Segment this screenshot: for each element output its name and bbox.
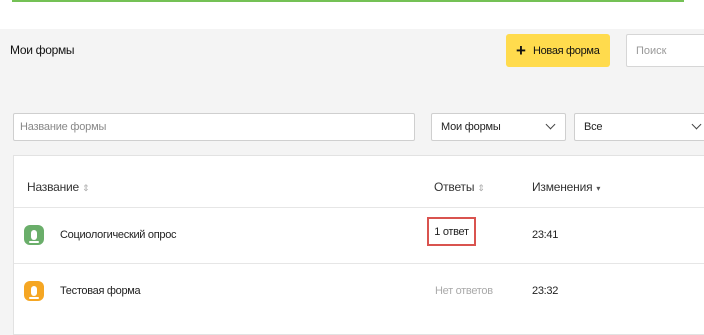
- column-header-name[interactable]: Название ⇕: [27, 180, 90, 194]
- form-name[interactable]: Тестовая форма: [60, 285, 141, 297]
- status-filter-select[interactable]: Все: [574, 113, 704, 141]
- sort-desc-icon: ▾: [596, 184, 601, 193]
- column-header-name-label: Название: [27, 180, 80, 194]
- no-answers-label: Нет ответов: [435, 285, 493, 297]
- changed-time: 23:32: [532, 285, 559, 297]
- new-form-label: Новая форма: [532, 44, 600, 57]
- column-header-answers-label: Ответы: [434, 180, 475, 194]
- sort-icon: ⇕: [82, 183, 90, 193]
- accent-line: [12, 0, 684, 2]
- table-row[interactable]: Тестовая форма Нет ответов 23:32: [14, 263, 704, 319]
- new-form-button[interactable]: + Новая форма: [506, 34, 610, 67]
- column-header-changes[interactable]: Изменения ▾: [532, 180, 600, 194]
- microphone-icon: [29, 286, 39, 299]
- column-header-changes-label: Изменения: [532, 180, 593, 194]
- changed-time: 23:41: [532, 229, 559, 241]
- form-name-filter-input[interactable]: Название формы: [13, 113, 415, 141]
- search-input[interactable]: Поиск: [626, 34, 704, 67]
- chevron-down-icon: [545, 119, 556, 130]
- sort-icon: ⇕: [477, 183, 485, 193]
- status-filter-value: Все: [584, 121, 603, 133]
- owner-filter-select[interactable]: Мои формы: [431, 113, 566, 141]
- form-icon: [24, 225, 44, 245]
- form-icon: [24, 281, 44, 301]
- microphone-icon: [29, 230, 39, 243]
- answers-count-link[interactable]: 1 ответ: [427, 217, 476, 246]
- form-name[interactable]: Социологический опрос: [60, 229, 177, 241]
- owner-filter-value: Мои формы: [441, 121, 501, 133]
- chevron-down-icon: [691, 119, 702, 130]
- table-row[interactable]: Социологический опрос 23:41: [14, 207, 704, 263]
- top-bar: [0, 0, 704, 29]
- plus-icon: +: [516, 41, 526, 60]
- column-header-answers[interactable]: Ответы ⇕: [434, 180, 485, 194]
- page-title: Мои формы: [10, 43, 75, 57]
- forms-table: Название ⇕ Ответы ⇕ Изменения ▾ Социологиче…: [13, 155, 704, 335]
